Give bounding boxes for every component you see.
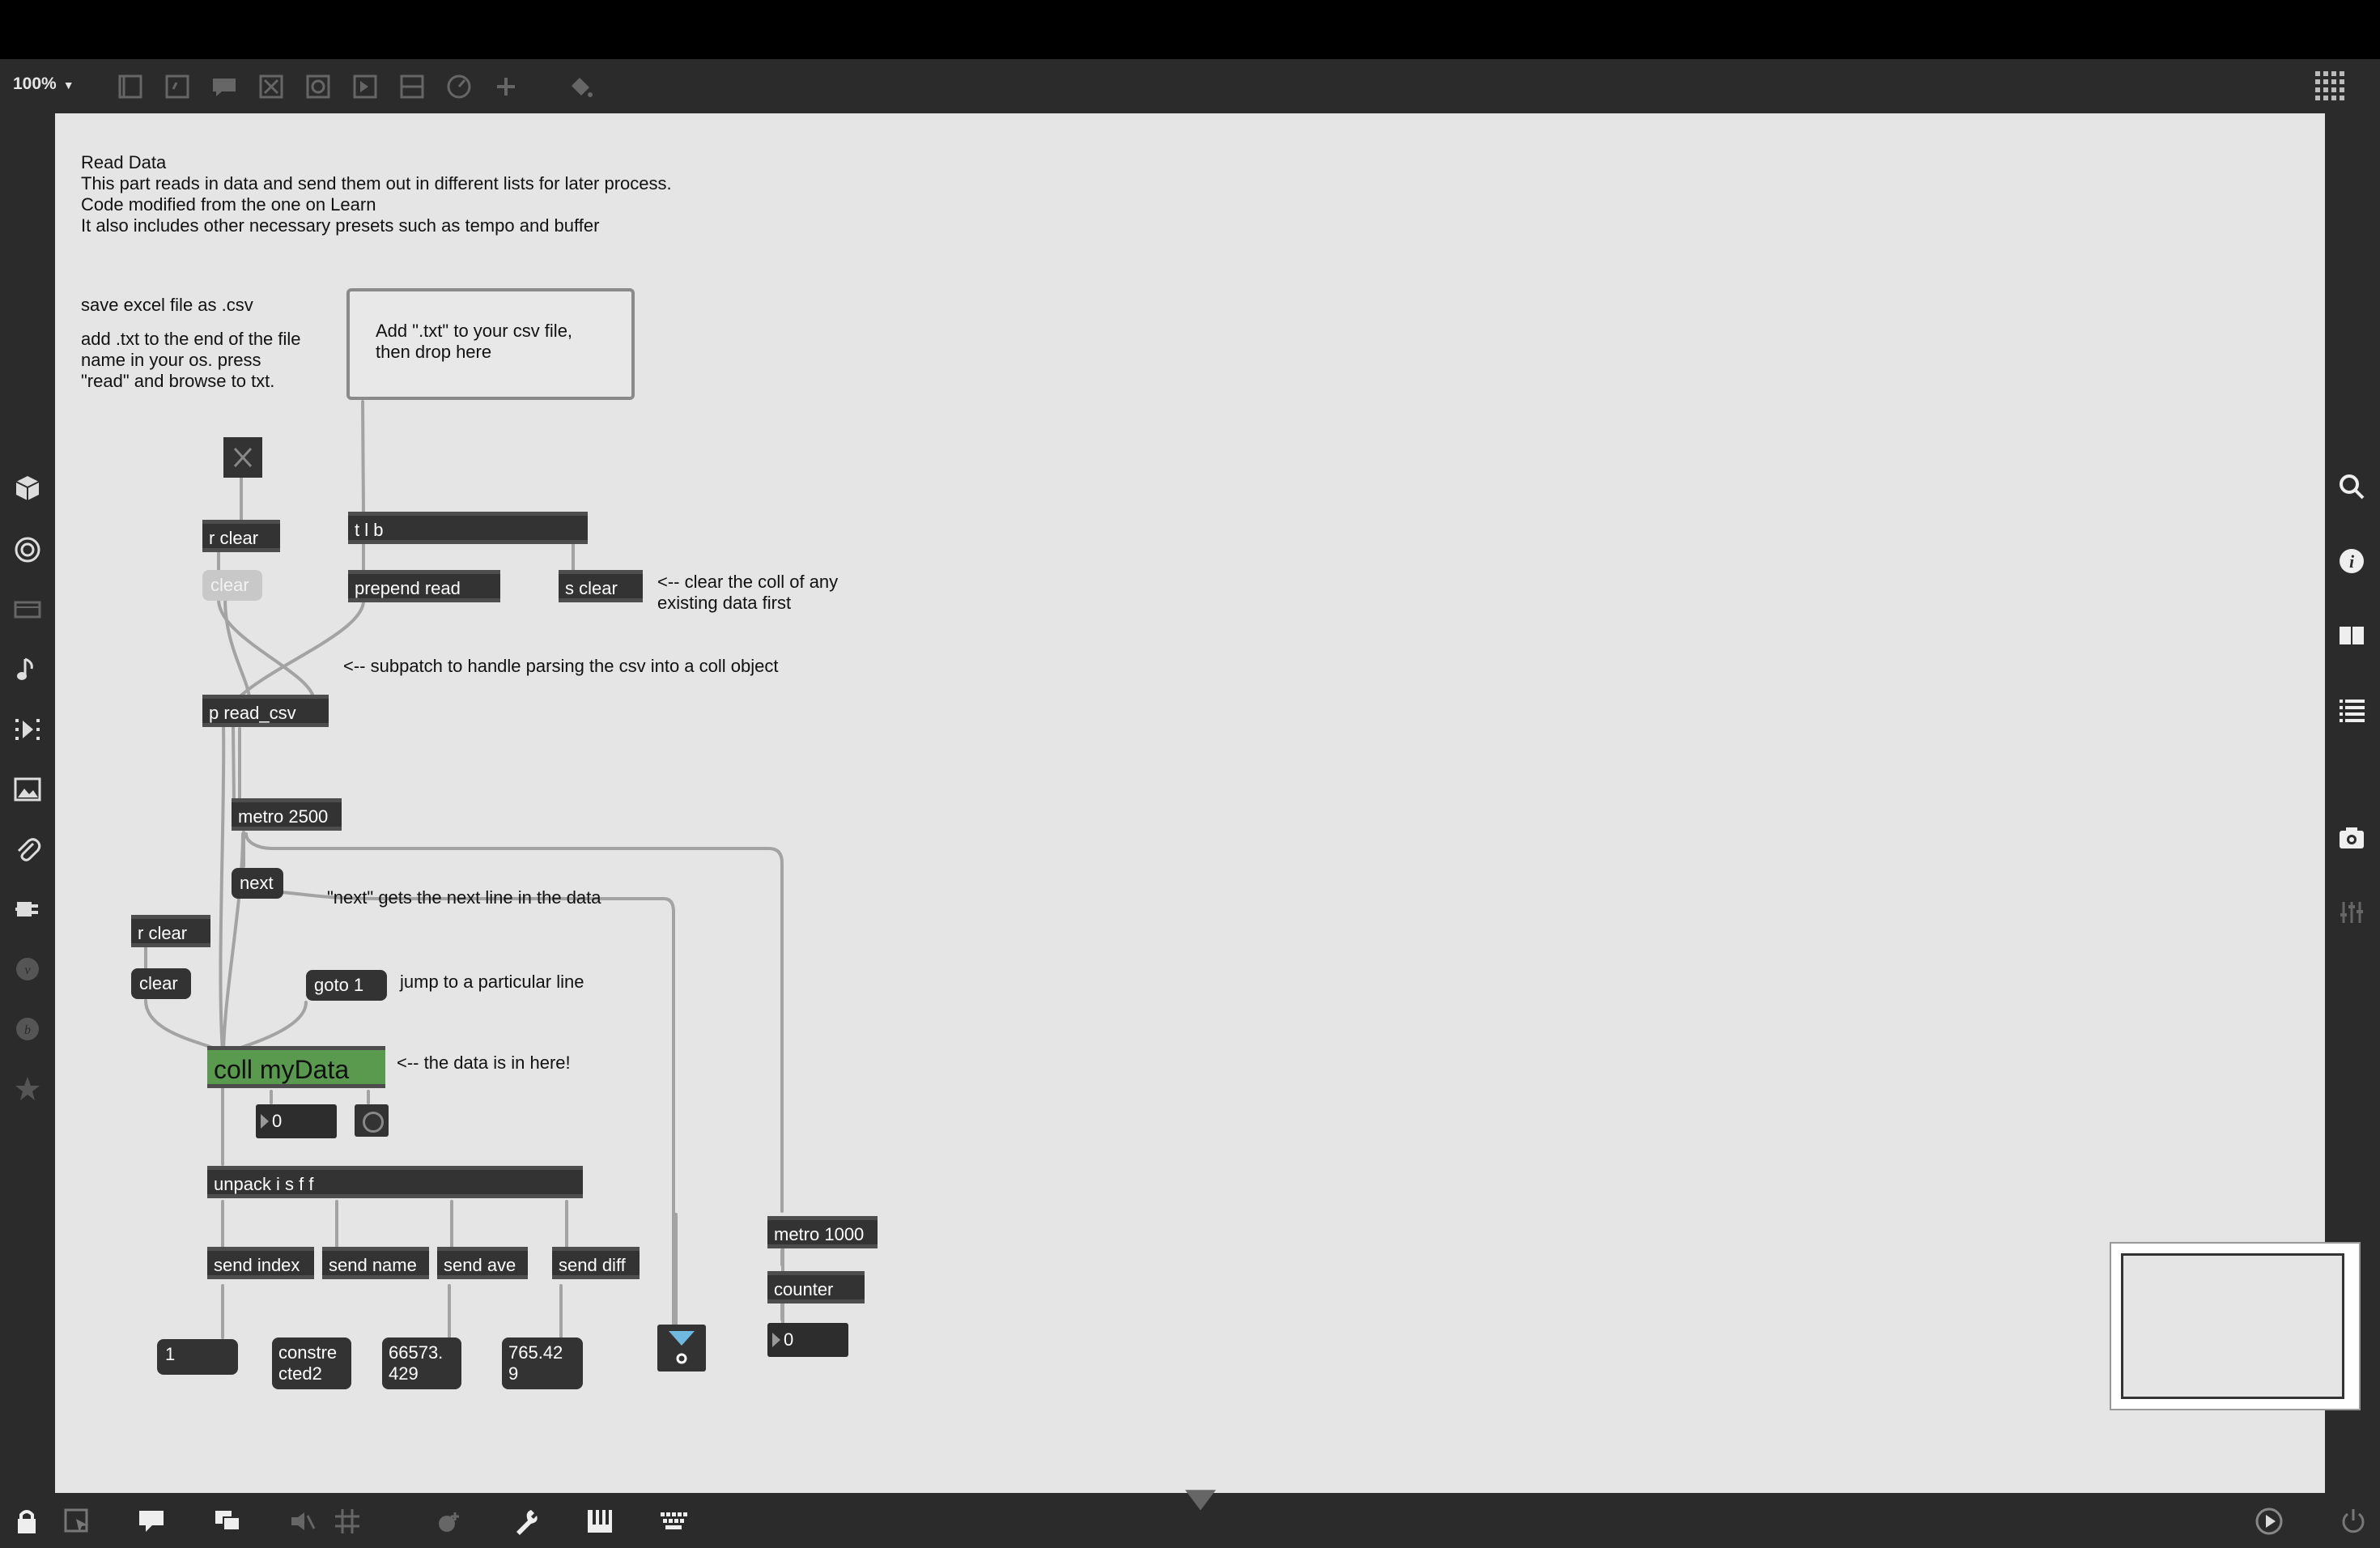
toggle[interactable] [223, 437, 262, 478]
comment-icon[interactable] [209, 71, 240, 102]
comment-bubble-icon[interactable] [136, 1506, 167, 1537]
svg-text:b: b [24, 1023, 31, 1037]
toggle-icon[interactable] [256, 71, 287, 102]
send-ave-object[interactable]: send ave [437, 1247, 528, 1279]
power-icon[interactable] [2338, 1506, 2369, 1537]
r-clear-object-1[interactable]: r clear [202, 520, 280, 552]
title-bar [0, 0, 2380, 59]
s-clear-object[interactable]: s clear [559, 570, 643, 602]
slider-icon[interactable] [397, 71, 427, 102]
send-index-object[interactable]: send index [207, 1247, 314, 1279]
save-excel-comment: save excel file as .csv [81, 295, 253, 315]
gain-output[interactable] [657, 1325, 706, 1372]
prepend-read-object[interactable]: prepend read [348, 570, 500, 602]
trigger-object[interactable]: t l b [348, 512, 588, 544]
package-icon[interactable] [12, 473, 43, 504]
send-name-object[interactable]: send name [322, 1247, 429, 1279]
clear-message-2[interactable]: clear [131, 968, 191, 999]
clear-message-1[interactable]: clear [202, 570, 262, 601]
svg-text:i: i [2349, 551, 2355, 572]
target-icon[interactable] [12, 534, 43, 565]
patcher-grid-icon[interactable] [2314, 70, 2348, 104]
music-note-icon[interactable] [12, 654, 43, 685]
number-box-icon[interactable] [350, 71, 380, 102]
subpatch-comment: <-- subpatch to handle parsing the csv i… [343, 656, 779, 676]
dial-icon[interactable] [444, 71, 474, 102]
list-icon[interactable] [2336, 695, 2367, 725]
send-diff-object[interactable]: send diff [552, 1247, 640, 1279]
lock-icon[interactable] [11, 1506, 42, 1537]
coll-number-value: 0 [272, 1111, 283, 1131]
windows-icon[interactable] [212, 1506, 243, 1537]
svg-text:v: v [24, 963, 31, 977]
metro-2500-object[interactable]: metro 2500 [232, 798, 342, 831]
add-txt-comment: add .txt to the end of the file name in … [81, 329, 301, 391]
counter-number-value: 0 [784, 1329, 794, 1350]
dropfile-label: Add ".txt" to your csv file, then drop h… [376, 321, 573, 362]
next-line-comment: "next" gets the next line in the data [327, 887, 601, 908]
index-output-message[interactable]: 1 [157, 1339, 238, 1375]
chevron-down-icon: ▼ [62, 79, 74, 91]
paperclip-icon[interactable] [12, 834, 43, 865]
button-icon[interactable] [303, 71, 334, 102]
wrench-icon[interactable] [510, 1506, 541, 1537]
search-icon[interactable] [2336, 471, 2367, 502]
snapshot-icon[interactable] [2336, 823, 2367, 853]
star-icon[interactable] [12, 1074, 43, 1104]
presentation-icon[interactable] [12, 594, 43, 625]
jump-comment: jump to a particular line [400, 972, 584, 992]
p-read-csv-object[interactable]: p read_csv [202, 695, 329, 727]
piano-icon[interactable] [584, 1506, 615, 1537]
paint-bucket-icon[interactable] [565, 71, 596, 102]
unpack-object[interactable]: unpack i s f f [207, 1166, 583, 1198]
info-icon[interactable]: i [2336, 546, 2367, 576]
bang-button[interactable] [355, 1104, 389, 1137]
keyboard-icon[interactable] [659, 1506, 690, 1537]
vimeo-icon[interactable]: v [12, 954, 43, 985]
patcher-overview-thumbnail[interactable] [2111, 1244, 2359, 1409]
bpatcher-icon[interactable]: b [12, 1014, 43, 1044]
triangle-icon [772, 1333, 780, 1347]
thumbnail-content [2121, 1253, 2344, 1399]
triangle-icon [261, 1114, 269, 1129]
zoom-value: 100% [13, 74, 57, 93]
r-clear-object-2[interactable]: r clear [131, 915, 210, 947]
grid-snap-icon[interactable] [332, 1506, 363, 1537]
counter-number-box[interactable]: 0 [767, 1323, 848, 1357]
image-icon[interactable] [12, 774, 43, 805]
mixer-icon[interactable] [2336, 897, 2367, 928]
output-icon [669, 1331, 695, 1364]
close-icon [233, 447, 253, 468]
read-data-comment: Read Data This part reads in data and se… [81, 152, 672, 236]
plugin-icon[interactable] [12, 894, 43, 925]
patcher-canvas[interactable]: Read Data This part reads in data and se… [55, 113, 2325, 1493]
debug-icon[interactable] [434, 1506, 465, 1537]
name-output-message[interactable]: constre cted2 [272, 1337, 351, 1389]
add-icon[interactable] [491, 71, 521, 102]
reference-icon[interactable] [2336, 620, 2367, 651]
new-object-icon[interactable] [115, 71, 146, 102]
next-message[interactable]: next [232, 868, 283, 899]
diff-output-message[interactable]: 765.42 9 [502, 1337, 583, 1389]
transport-play-icon[interactable] [2254, 1506, 2284, 1537]
ave-output-message[interactable]: 66573. 429 [382, 1337, 461, 1389]
data-here-comment: <-- the data is in here! [397, 1053, 571, 1073]
coll-object[interactable]: coll myData [207, 1046, 385, 1088]
new-message-icon[interactable] [162, 71, 193, 102]
dropfile-box[interactable]: Add ".txt" to your csv file, then drop h… [346, 288, 635, 400]
coll-number-box[interactable]: 0 [256, 1104, 337, 1138]
clear-coll-comment: <-- clear the coll of any existing data … [657, 572, 839, 613]
counter-object[interactable]: counter [767, 1271, 865, 1303]
goto-message[interactable]: goto 1 [306, 970, 387, 1001]
expand-caret-icon[interactable] [1185, 1486, 1216, 1511]
sequence-icon[interactable] [12, 714, 43, 745]
metro-1000-object[interactable]: metro 1000 [767, 1216, 878, 1248]
mute-icon[interactable] [287, 1506, 317, 1537]
cursor-select-icon[interactable] [62, 1506, 92, 1537]
zoom-dropdown[interactable]: 100% ▼ [13, 74, 74, 94]
